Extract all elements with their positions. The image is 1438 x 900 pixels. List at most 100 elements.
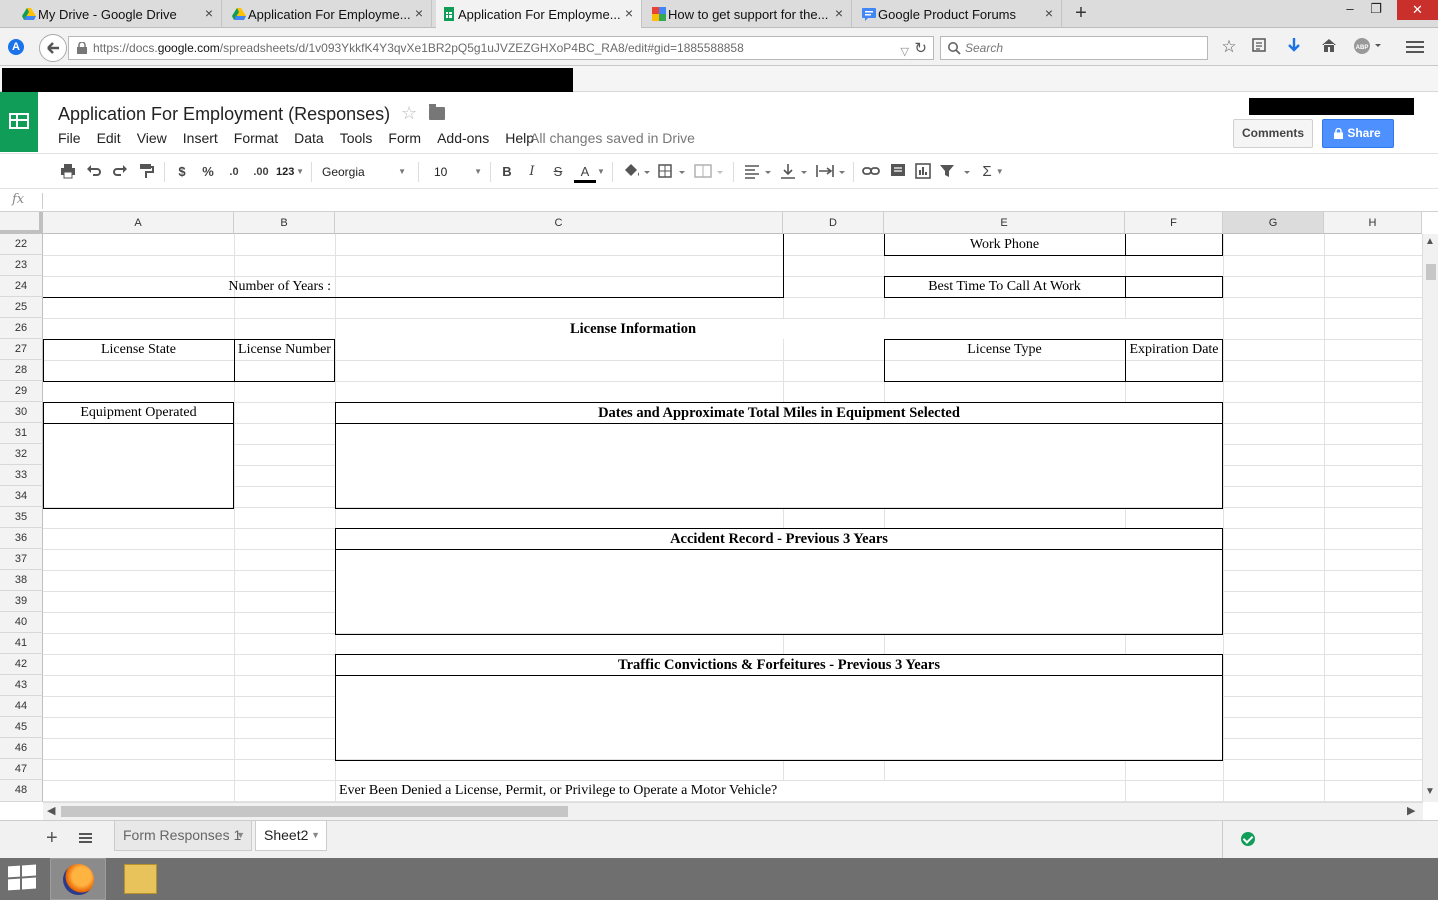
row-header-29[interactable]: 29 bbox=[0, 381, 43, 402]
paint-format-icon[interactable] bbox=[136, 163, 156, 181]
cell-best-time[interactable]: Best Time To Call At Work bbox=[884, 277, 1125, 297]
browser-tab-application-2[interactable]: Application For Employme... × bbox=[436, 0, 642, 28]
row-header-26[interactable]: 26 bbox=[0, 318, 43, 339]
row-header-47[interactable]: 47 bbox=[0, 759, 43, 780]
menu-insert[interactable]: Insert bbox=[183, 130, 218, 146]
browser-tab-my-drive[interactable]: My Drive - Google Drive × bbox=[16, 0, 222, 28]
column-header-c[interactable]: C bbox=[335, 212, 783, 234]
window-close-button[interactable]: ✕ bbox=[1397, 0, 1438, 20]
doc-title[interactable]: Application For Employment (Responses) bbox=[58, 104, 390, 125]
menu-icon[interactable] bbox=[1406, 38, 1424, 54]
bookmark-star-icon[interactable]: ☆ bbox=[1218, 37, 1240, 57]
restore-button[interactable]: ❐ bbox=[1363, 0, 1389, 20]
row-header-25[interactable]: 25 bbox=[0, 297, 43, 318]
chart-icon[interactable] bbox=[912, 163, 934, 181]
firefox-taskbar-button[interactable] bbox=[50, 858, 106, 900]
row-header-24[interactable]: 24 bbox=[0, 276, 43, 297]
cell-license-state[interactable]: License State bbox=[43, 340, 234, 360]
add-sheet-button[interactable]: + bbox=[46, 827, 58, 850]
reload-icon[interactable]: ↻ bbox=[914, 38, 927, 60]
comment-icon[interactable] bbox=[887, 163, 909, 181]
print-icon[interactable] bbox=[58, 163, 78, 181]
cell-expiration-date[interactable]: Expiration Date bbox=[1125, 340, 1223, 360]
menu-format[interactable]: Format bbox=[234, 130, 278, 146]
filter-icon[interactable] bbox=[937, 163, 973, 181]
home-icon[interactable] bbox=[1318, 37, 1340, 57]
row-header-38[interactable]: 38 bbox=[0, 570, 43, 591]
row-header-39[interactable]: 39 bbox=[0, 591, 43, 612]
decrease-decimal-button[interactable]: .0 bbox=[224, 163, 244, 181]
browser-tab-application-1[interactable]: Application For Employme... × bbox=[226, 0, 432, 28]
font-family-dropdown[interactable]: Georgia ▼ bbox=[322, 163, 406, 181]
column-header-f[interactable]: F bbox=[1125, 212, 1223, 234]
cell-accident-record[interactable]: Accident Record - Previous 3 Years bbox=[335, 529, 1223, 549]
file-explorer-icon[interactable] bbox=[124, 864, 157, 894]
cell-work-phone[interactable]: Work Phone bbox=[884, 235, 1125, 255]
close-icon[interactable]: × bbox=[205, 5, 213, 21]
vertical-align-icon[interactable] bbox=[778, 163, 810, 181]
menu-tools[interactable]: Tools bbox=[340, 130, 373, 146]
row-header-27[interactable]: 27 bbox=[0, 339, 43, 360]
menu-edit[interactable]: Edit bbox=[97, 130, 121, 146]
italic-button[interactable]: I bbox=[524, 163, 540, 181]
strikethrough-button[interactable]: S bbox=[550, 163, 566, 181]
reading-list-icon[interactable] bbox=[1248, 37, 1270, 57]
row-header-48[interactable]: 48 bbox=[0, 780, 43, 802]
row-header-43[interactable]: 43 bbox=[0, 675, 43, 696]
star-icon[interactable]: ☆ bbox=[401, 103, 417, 124]
back-button[interactable] bbox=[39, 34, 67, 62]
close-icon[interactable]: × bbox=[415, 5, 423, 21]
row-header-23[interactable]: 23 bbox=[0, 255, 43, 276]
account-icon[interactable]: A bbox=[8, 39, 24, 55]
cell-license-information[interactable]: License Information bbox=[43, 319, 1223, 339]
row-header-42[interactable]: 42 bbox=[0, 654, 43, 675]
menu-add-ons[interactable]: Add-ons bbox=[437, 130, 489, 146]
column-header-d[interactable]: D bbox=[783, 212, 884, 234]
sheet-tab-sheet2[interactable]: Sheet2 ▼ bbox=[255, 821, 327, 851]
row-header-32[interactable]: 32 bbox=[0, 444, 43, 465]
download-icon[interactable] bbox=[1283, 37, 1305, 57]
row-header-37[interactable]: 37 bbox=[0, 549, 43, 570]
dropdown-arrow-icon[interactable]: ▽ bbox=[901, 41, 909, 63]
undo-icon[interactable] bbox=[84, 163, 104, 181]
row-header-35[interactable]: 35 bbox=[0, 507, 43, 528]
caret-down-icon[interactable]: ▼ bbox=[597, 163, 605, 181]
row-header-41[interactable]: 41 bbox=[0, 633, 43, 654]
borders-icon[interactable] bbox=[656, 163, 688, 181]
adblock-icon[interactable]: ABP bbox=[1352, 37, 1386, 57]
row-header-40[interactable]: 40 bbox=[0, 612, 43, 633]
row-header-34[interactable]: 34 bbox=[0, 486, 43, 507]
column-header-g[interactable]: G bbox=[1223, 212, 1324, 234]
functions-icon[interactable]: Σ ▼ bbox=[977, 163, 1009, 181]
row-header-22[interactable]: 22 bbox=[0, 234, 43, 255]
share-button[interactable]: Share bbox=[1322, 119, 1394, 148]
cell-ever-denied[interactable]: Ever Been Denied a License, Permit, or P… bbox=[339, 781, 777, 801]
browser-tab-forums[interactable]: Google Product Forums × bbox=[856, 0, 1062, 28]
scroll-thumb[interactable] bbox=[1426, 264, 1436, 280]
column-header-a[interactable]: A bbox=[43, 212, 234, 234]
select-all-corner[interactable] bbox=[0, 212, 43, 234]
windows-start-icon[interactable] bbox=[8, 864, 36, 892]
new-tab-button[interactable]: + bbox=[1072, 2, 1090, 24]
more-formats-dropdown[interactable]: 123 ▼ bbox=[276, 163, 304, 181]
menu-form[interactable]: Form bbox=[388, 130, 421, 146]
fill-color-icon[interactable] bbox=[621, 163, 651, 181]
scroll-thumb[interactable] bbox=[61, 806, 568, 817]
all-sheets-icon[interactable] bbox=[79, 833, 92, 845]
row-header-45[interactable]: 45 bbox=[0, 717, 43, 738]
redo-icon[interactable] bbox=[110, 163, 130, 181]
comments-button[interactable]: Comments bbox=[1233, 119, 1313, 148]
scroll-down-icon[interactable]: ▼ bbox=[1425, 786, 1435, 797]
text-wrap-icon[interactable] bbox=[814, 163, 848, 181]
cell-license-number[interactable]: License Number bbox=[234, 340, 335, 360]
row-header-44[interactable]: 44 bbox=[0, 696, 43, 717]
percent-button[interactable]: % bbox=[199, 163, 217, 181]
column-header-b[interactable]: B bbox=[234, 212, 335, 234]
close-icon[interactable]: × bbox=[835, 5, 843, 21]
menu-view[interactable]: View bbox=[137, 130, 167, 146]
row-header-31[interactable]: 31 bbox=[0, 423, 43, 444]
menu-data[interactable]: Data bbox=[294, 130, 324, 146]
row-header-30[interactable]: 30 bbox=[0, 402, 43, 423]
close-icon[interactable]: × bbox=[1045, 5, 1053, 21]
link-icon[interactable] bbox=[860, 163, 882, 181]
